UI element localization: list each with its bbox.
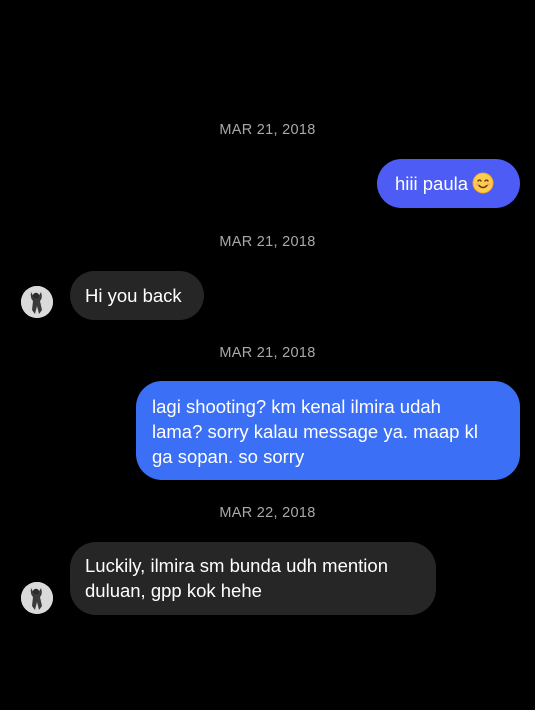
message-text-line: lama? sorry kalau message ya. maap kl	[152, 421, 478, 442]
message-bubble-received[interactable]: Hi you back	[70, 271, 204, 320]
profile-photo-icon	[21, 582, 53, 614]
message-text-line: ga sopan. so sorry	[152, 446, 305, 467]
avatar[interactable]	[21, 286, 53, 318]
timestamp: MAR 21, 2018	[219, 345, 316, 361]
message-bubble-sent[interactable]: lagi shooting? km kenal ilmira udah lama…	[136, 381, 520, 480]
message-bubble-received[interactable]: Luckily, ilmira sm bunda udh mention dul…	[70, 542, 436, 615]
avatar[interactable]	[21, 582, 53, 614]
timestamp: MAR 21, 2018	[219, 122, 316, 138]
message-text-line: lagi shooting? km kenal ilmira udah	[152, 396, 441, 417]
timestamp: MAR 21, 2018	[219, 234, 316, 250]
profile-photo-icon	[21, 286, 53, 318]
smiling-face-icon	[472, 172, 494, 194]
message-text: Hi you back	[85, 285, 182, 306]
message-bubble-sent[interactable]: hiii paula	[377, 159, 520, 208]
message-text: hiii paula	[395, 173, 469, 194]
timestamp: MAR 22, 2018	[219, 505, 316, 521]
message-text-line: Luckily, ilmira sm bunda udh mention	[85, 555, 388, 576]
message-text-line: duluan, gpp kok hehe	[85, 580, 262, 601]
